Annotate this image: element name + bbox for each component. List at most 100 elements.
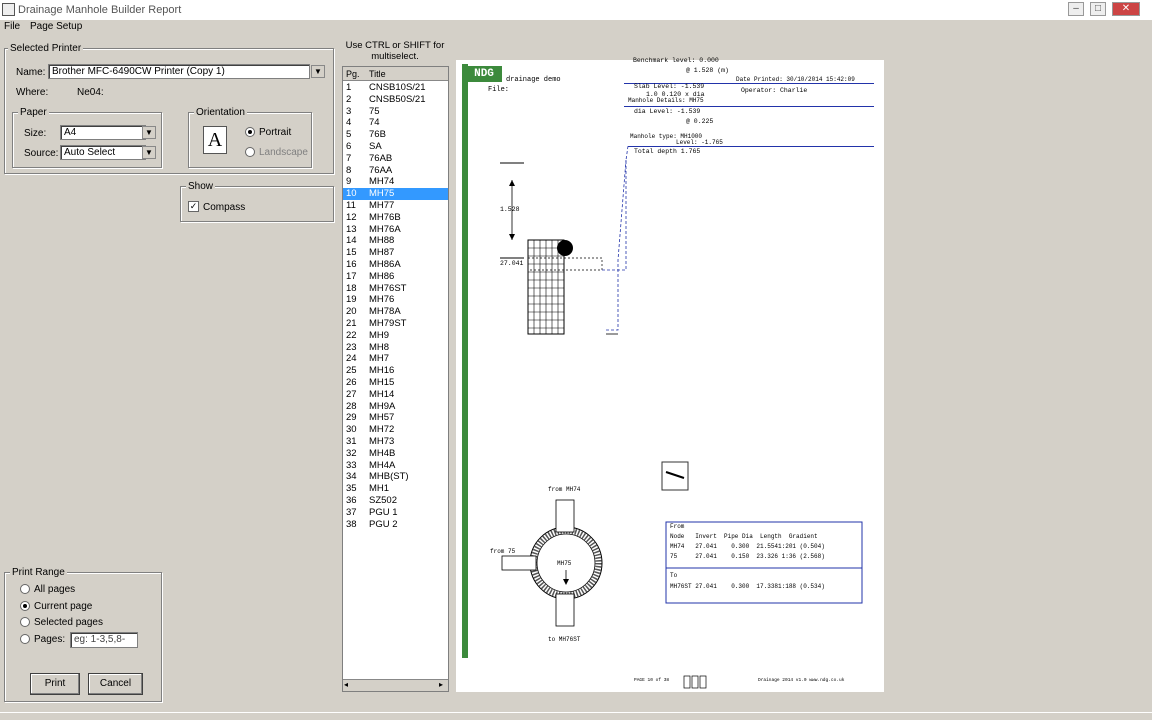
list-item-page: 10 [346,188,357,200]
list-item-title: MH9A [369,400,396,412]
list-item-page: 37 [346,506,357,518]
page-list[interactable]: Pg. Title 1 CNSB10S/21 2 CNSB50S/21 3 75 4 74 5 7… [342,66,449,692]
list-header: Pg. Title [343,67,448,81]
list-item[interactable]: 20 MH78A [343,306,448,318]
footer-copyright: Drainage 2014 v1.0 www.ndg.co.uk [758,678,845,683]
list-item[interactable]: 30 MH72 [343,424,448,436]
list-item-title: 76AA [369,164,393,176]
status-bar [0,712,1152,720]
list-item-page: 24 [346,353,357,365]
cancel-button[interactable]: Cancel [88,673,143,695]
list-item-page: 15 [346,247,357,259]
printer-name-select[interactable]: Brother MFC-6490CW Printer (Copy 1) [48,64,310,79]
list-item[interactable]: 15 MH87 [343,247,448,259]
minimize-button[interactable]: – [1068,2,1084,16]
paper-label: Paper [18,107,49,118]
list-item[interactable]: 23 MH8 [343,342,448,354]
list-item-page: 25 [346,365,357,377]
list-item[interactable]: 26 MH15 [343,377,448,389]
all-pages-radio[interactable] [20,584,30,594]
list-item-title: MH86A [369,259,401,270]
app-icon [2,3,15,16]
col-pg-header[interactable]: Pg. [346,69,360,79]
list-item[interactable]: 16 MH86A [343,259,448,271]
list-item[interactable]: 1 CNSB10S/21 [343,82,448,94]
size-select[interactable]: A4 [60,125,146,140]
list-item[interactable]: 27 MH14 [343,389,448,401]
list-item[interactable]: 11 MH77 [343,200,448,212]
list-item[interactable]: 38 PGU 2 [343,519,448,531]
list-item[interactable]: 29 MH57 [343,412,448,424]
list-item[interactable]: 36 SZ502 [343,495,448,507]
chevron-down-icon[interactable]: ▼ [142,126,156,139]
list-item-title: MH76 [369,294,395,306]
list-item[interactable]: 17 MH86 [343,271,448,283]
list-item[interactable]: 5 76B [343,129,448,141]
list-item-page: 35 [346,483,357,495]
list-item[interactable]: 8 76AA [343,165,448,177]
list-item-page: 16 [346,259,357,270]
list-item-title: 75 [369,105,380,117]
list-item-page: 32 [346,447,357,459]
list-item-page: 9 [346,176,352,188]
current-page-radio[interactable] [20,601,30,611]
col-title-header[interactable]: Title [369,69,386,79]
compass-checkbox[interactable]: ✓ [188,201,199,212]
list-item[interactable]: 34 MHB(ST) [343,471,448,483]
list-item[interactable]: 31 MH73 [343,436,448,448]
scroll-right-icon[interactable]: ▸ [439,680,443,689]
list-item-page: 28 [346,400,357,412]
landscape-radio[interactable] [245,147,255,157]
menu-file[interactable]: File [4,21,20,32]
list-item-title: 76B [369,129,386,141]
list-item-title: MH57 [369,412,395,424]
list-item[interactable]: 14 MH88 [343,235,448,247]
list-item[interactable]: 2 CNSB50S/21 [343,94,448,106]
list-item[interactable]: 10 MH75 [343,188,448,200]
list-item[interactable]: 33 MH4A [343,460,448,472]
list-item[interactable]: 25 MH16 [343,365,448,377]
maximize-button[interactable]: □ [1090,2,1106,16]
list-item[interactable]: 9 MH74 [343,176,448,188]
list-item[interactable]: 18 MH76ST [343,283,448,295]
list-item[interactable]: 6 SA [343,141,448,153]
printer-where-label: Where: [16,87,49,98]
source-select[interactable]: Auto Select [60,145,146,160]
chevron-down-icon[interactable]: ▼ [142,146,156,159]
list-item[interactable]: 35 MH1 [343,483,448,495]
list-item[interactable]: 21 MH79ST [343,318,448,330]
pages-input[interactable]: eg: 1-3,5,8- [70,632,138,648]
horizontal-scrollbar[interactable]: ◂ ▸ [343,679,448,691]
list-item[interactable]: 32 MH4B [343,448,448,460]
print-preview: NDG drainage demo File: Benchmark level:… [456,57,884,692]
list-item[interactable]: 24 MH7 [343,353,448,365]
print-button[interactable]: Print [30,673,80,695]
list-item[interactable]: 12 MH76B [343,212,448,224]
list-item[interactable]: 19 MH76 [343,294,448,306]
close-button[interactable]: ✕ [1112,2,1140,16]
scroll-left-icon[interactable]: ◂ [344,680,348,689]
list-item[interactable]: 22 MH9 [343,330,448,342]
manhole-drawing [500,145,863,689]
list-item[interactable]: 13 MH76A [343,224,448,236]
list-item[interactable]: 7 76AB [343,153,448,165]
list-item[interactable]: 37 PGU 1 [343,507,448,519]
menu-page-setup[interactable]: Page Setup [30,21,82,32]
list-item-title: CNSB10S/21 [369,82,426,93]
multiselect-hint: Use CTRL or SHIFT for multiselect. [345,40,445,62]
list-item-page: 8 [346,164,352,176]
plan-from-left: from 75 [490,548,516,555]
selected-pages-label: Selected pages [34,617,103,628]
list-item-page: 19 [346,294,357,306]
list-item-title: MH9 [369,329,390,341]
selected-pages-radio[interactable] [20,617,30,627]
table-row: MH74 27.041 0.300 21.5541:201 (0.504) [670,543,825,550]
chevron-down-icon[interactable]: ▼ [311,65,325,78]
list-item[interactable]: 4 74 [343,117,448,129]
pages-radio[interactable] [20,634,30,644]
list-item[interactable]: 28 MH9A [343,401,448,413]
list-item[interactable]: 3 75 [343,106,448,118]
depth-dimension: 1.528 [500,206,520,213]
list-item-page: 26 [346,377,357,388]
portrait-radio[interactable] [245,127,255,137]
